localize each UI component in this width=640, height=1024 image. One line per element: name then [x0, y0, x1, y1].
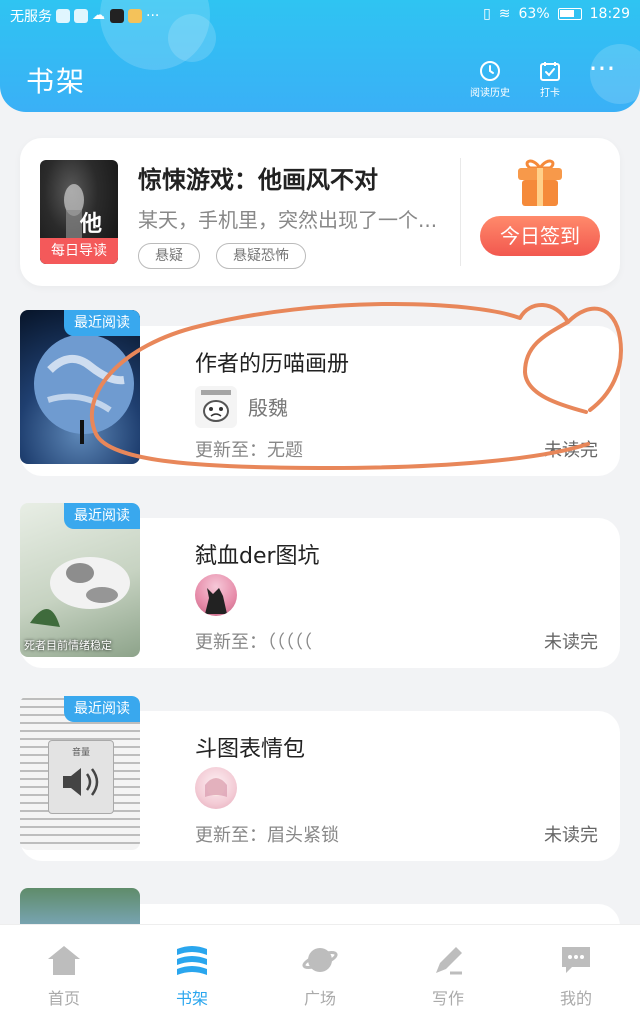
gift-icon	[518, 159, 562, 206]
tiktok-icon	[110, 9, 124, 23]
nav-bookshelf-label: 书架	[175, 989, 208, 1008]
checkin-label: 打卡	[540, 88, 560, 99]
battery-icon	[557, 8, 582, 20]
home-icon	[48, 946, 80, 975]
reading-history-label: 阅读历史	[470, 88, 510, 99]
cloud-icon: ☁	[92, 8, 105, 23]
pen-icon	[436, 947, 462, 975]
featured-book-title[interactable]: 惊悚游戏：他画风不对	[138, 160, 378, 195]
nav-home-label: 首页	[47, 989, 80, 1008]
planet-icon	[302, 948, 338, 972]
update-info: 更新至：（（（（（	[195, 632, 312, 653]
notification-icon	[56, 9, 70, 23]
divider	[460, 158, 461, 266]
reading-history-button[interactable]: 阅读历史	[460, 60, 520, 99]
book-cover[interactable]: 死者目前情绪稳定 最近阅读	[20, 503, 140, 657]
bookshelf-icon	[177, 946, 207, 975]
read-status: 未读完	[544, 440, 598, 461]
nav-me[interactable]: 我的	[536, 943, 616, 1009]
chat-bubble-icon	[562, 947, 590, 973]
book-cover[interactable]: 音量 最近阅读	[20, 696, 140, 850]
update-info: 更新至：眉头紧锁	[195, 825, 339, 846]
nav-square[interactable]: 广场	[280, 943, 360, 1009]
carrier-label: 无服务	[10, 9, 52, 25]
nav-bookshelf[interactable]: 书架	[152, 943, 232, 1009]
more-options-button[interactable]: ···	[588, 55, 616, 90]
read-status: 未读完	[544, 632, 598, 653]
bottom-navigation: 首页 书架 广场 写作 我的	[0, 924, 640, 1024]
calendar-check-icon	[540, 62, 560, 81]
recent-read-badge: 最近阅读	[64, 696, 140, 722]
vibrate-icon: ▯	[483, 6, 491, 22]
wolf-silhouette-icon	[205, 588, 227, 614]
nav-home[interactable]: 首页	[24, 943, 104, 1009]
tag-suspense-horror[interactable]: 悬疑恐怖	[216, 243, 306, 269]
author-avatar	[195, 386, 237, 428]
checkin-header-button[interactable]: 打卡	[520, 60, 580, 99]
tag-suspense[interactable]: 悬疑	[138, 243, 200, 269]
speaker-icon	[63, 768, 99, 796]
author-avatar	[195, 574, 237, 616]
girl-portrait-icon	[205, 778, 227, 797]
daily-feature-card[interactable]: 他 每日导读 惊悚游戏：他画风不对 某天，手机里，突然出现了一个... 悬疑 悬…	[20, 138, 620, 286]
more-notifications-icon: ···	[146, 8, 160, 24]
nav-square-label: 广场	[303, 989, 336, 1008]
nav-write[interactable]: 写作	[408, 943, 488, 1009]
author-avatar	[195, 767, 237, 809]
clock-icon	[480, 61, 500, 81]
cover-title-glyph: 他	[80, 212, 103, 237]
book-title[interactable]: 作者的历喵画册	[195, 346, 349, 378]
featured-book-cover[interactable]: 他 每日导读	[40, 160, 118, 264]
volume-panel: 音量	[48, 740, 114, 814]
clock: 18:29	[589, 6, 630, 22]
cover-caption: 死者目前情绪稳定	[24, 639, 112, 652]
status-bar: 无服务 ☁ ··· ▯ ≋ 63% 18:29	[0, 0, 640, 32]
nav-write-label: 写作	[431, 989, 464, 1008]
video-app-icon	[74, 9, 88, 23]
recent-read-badge: 最近阅读	[64, 503, 140, 529]
battery-level: 63%	[518, 6, 550, 22]
book-cover[interactable]: 最近阅读	[20, 310, 140, 464]
page-title: 书架	[26, 65, 87, 98]
wifi-icon: ≋	[498, 6, 511, 22]
meme-face-icon	[201, 390, 231, 422]
app-header: 无服务 ☁ ··· ▯ ≋ 63% 18:29 书架 阅读历史 打卡 ···	[0, 0, 640, 112]
book-title[interactable]: 弑血der图坑	[195, 538, 320, 570]
app-icon	[128, 9, 142, 23]
author-name: 殷魏	[248, 396, 288, 420]
daily-guide-badge: 每日导读	[40, 238, 118, 264]
book-title[interactable]: 斗图表情包	[195, 731, 305, 763]
nav-me-label: 我的	[559, 989, 592, 1008]
featured-book-description: 某天，手机里，突然出现了一个...	[138, 208, 438, 232]
daily-checkin-button[interactable]: 今日签到	[480, 216, 600, 256]
recent-read-badge: 最近阅读	[64, 310, 140, 336]
read-status: 未读完	[544, 825, 598, 846]
update-info: 更新至：无题	[195, 440, 303, 461]
volume-label: 音量	[71, 748, 90, 758]
book-cover[interactable]	[20, 888, 140, 928]
